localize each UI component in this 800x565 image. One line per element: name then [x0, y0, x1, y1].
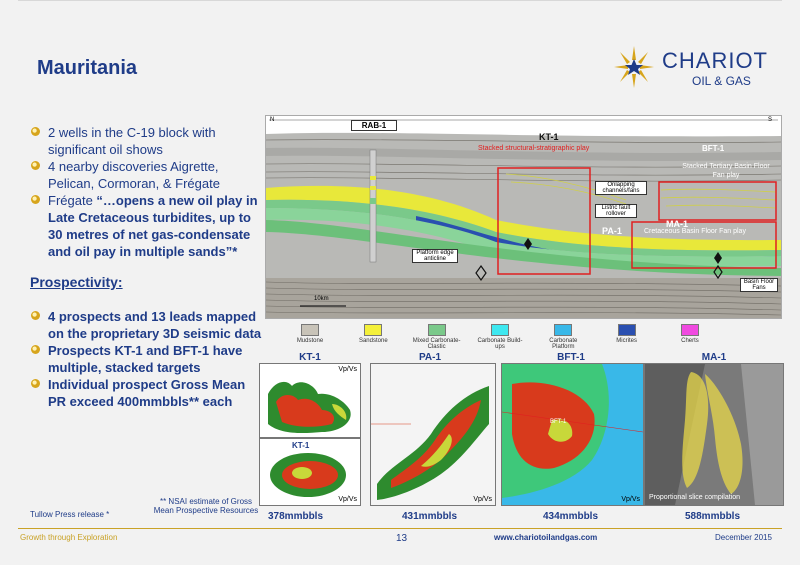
vpvs-label: Vp/Vs: [338, 366, 357, 373]
kt1-map-image: [268, 381, 351, 434]
bullet-icon: [31, 195, 40, 204]
legend-swatch: [554, 324, 573, 336]
map-label-pa1: PA-1: [418, 352, 442, 363]
prospectivity-heading: Prospectivity:: [30, 274, 123, 290]
ma1-resources: 588mmbbls: [685, 511, 741, 522]
bullet-item: 4 nearby discoveries Aigrette, Pelican, …: [30, 158, 262, 192]
legend-swatch: [301, 324, 319, 336]
seismic-section: N S RAB-1 KT-1 Stacked structural-strati…: [265, 115, 782, 319]
footer-date: December 2015: [715, 533, 772, 542]
bullet-item: 4 prospects and 13 leads mapped on the p…: [30, 308, 262, 342]
vpvs-label: Vp/Vs: [473, 496, 492, 503]
legend-item: Sandstone: [348, 324, 398, 352]
ma1-play-label: Cretaceous Basin Floor Fan play: [644, 228, 746, 235]
vpvs-label: Vp/Vs: [338, 496, 357, 503]
kt1-map-upper: Vp/Vs: [259, 363, 361, 438]
legend-item: Mixed Carbonate-Clastic: [412, 324, 462, 352]
vpvs-label: Vp/Vs: [621, 496, 640, 503]
kt1-lower-label: KT-1: [292, 441, 310, 450]
footnote-nsai: ** NSAI estimate of Gross Mean Prospecti…: [153, 497, 259, 515]
scale-label: 10km: [314, 296, 329, 302]
kt1-resources: 378mmbbls: [268, 511, 324, 522]
map-label-kt1: KT-1: [299, 352, 321, 363]
legend-swatch: [364, 324, 383, 336]
bullet-list: 2 wells in the C-19 block with significa…: [30, 124, 262, 410]
pa1-map-image: [371, 364, 495, 505]
brand-tagline: OIL & GAS: [692, 74, 751, 88]
chariot-logo: CHARIOT OIL & GAS: [612, 40, 782, 96]
kt1-play-label: Stacked structural-stratigraphic play: [478, 145, 590, 152]
legend-item: Cherts: [665, 324, 715, 352]
pa1-map: Vp/Vs: [370, 363, 496, 506]
brand-name: CHARIOT: [662, 48, 768, 73]
slide: Mauritania CHARIOT OIL & GAS 2 wells in …: [0, 0, 800, 565]
well-label-rab1: RAB-1: [351, 120, 397, 131]
page-title: Mauritania: [37, 57, 138, 79]
kt1-map-lower: KT-1 Vp/Vs: [259, 438, 361, 506]
page-number: 13: [396, 533, 408, 544]
pa1-resources: 431mmbbls: [402, 511, 458, 522]
bullet-icon: [31, 161, 40, 170]
bullet-icon: [31, 379, 40, 388]
compass-south: S: [768, 117, 773, 123]
bullet-item: Individual prospect Gross Mean PR exceed…: [30, 376, 262, 410]
footnote-tullow: Tullow Press release *: [30, 510, 110, 519]
annotation-rollover: Listric fault rollover: [595, 204, 637, 218]
sun-icon: [614, 46, 654, 88]
legend-swatch: [427, 324, 446, 336]
bft1-map-image: [502, 364, 643, 505]
ma1-map-image: [645, 364, 783, 505]
annotation-basin-floor-fans: Basin Floor Fans: [740, 278, 778, 292]
legend-swatch: [490, 324, 509, 336]
bullet-icon: [31, 345, 40, 354]
website-link[interactable]: www.chariotoilandgas.com: [494, 533, 597, 542]
legend-swatch: [680, 324, 699, 336]
top-divider: [18, 0, 782, 1]
pa1-seismic-label: PA-1: [602, 226, 622, 236]
bft1-play-label: Stacked Tertiary Basin Floor Fan play: [682, 163, 770, 179]
legend-swatch: [617, 324, 636, 336]
kt1-seismic-label: KT-1: [539, 132, 559, 142]
legend-item: Carbonate Platform: [538, 324, 588, 352]
footer-slogan: Growth through Exploration: [20, 533, 118, 542]
legend-item: Micrites: [602, 324, 652, 352]
lithology-legend: Mudstone Sandstone Mixed Carbonate-Clast…: [285, 324, 715, 352]
legend-item: Carbonate Build-ups: [475, 324, 525, 352]
legend-item: Mudstone: [285, 324, 335, 352]
map-label-ma1: MA-1: [701, 352, 727, 363]
footer-divider: [18, 528, 782, 529]
annotation-channels: Onlapping channels/fans: [595, 181, 647, 195]
ma1-map: Proportional slice compilation: [644, 363, 784, 506]
bft1-inner-label: BFT-1: [550, 419, 567, 425]
map-label-bft1: BFT-1: [557, 352, 585, 363]
bullet-icon: [31, 127, 40, 136]
bullet-item: Frégate “…opens a new oil play in Late C…: [30, 192, 262, 260]
compass-north: N: [270, 117, 275, 123]
bft1-map: BFT-1 Vp/Vs: [501, 363, 644, 506]
ma1-caption: Proportional slice compilation: [649, 494, 741, 501]
bullet-icon: [31, 311, 40, 320]
bft1-resources: 434mmbbls: [543, 511, 599, 522]
annotation-anticline: Platform edge anticline: [412, 249, 458, 263]
bullet-item: Prospects KT-1 and BFT-1 have multiple, …: [30, 342, 262, 376]
bft1-seismic-label: BFT-1: [702, 144, 725, 153]
bullet-item: 2 wells in the C-19 block with significa…: [30, 124, 262, 158]
